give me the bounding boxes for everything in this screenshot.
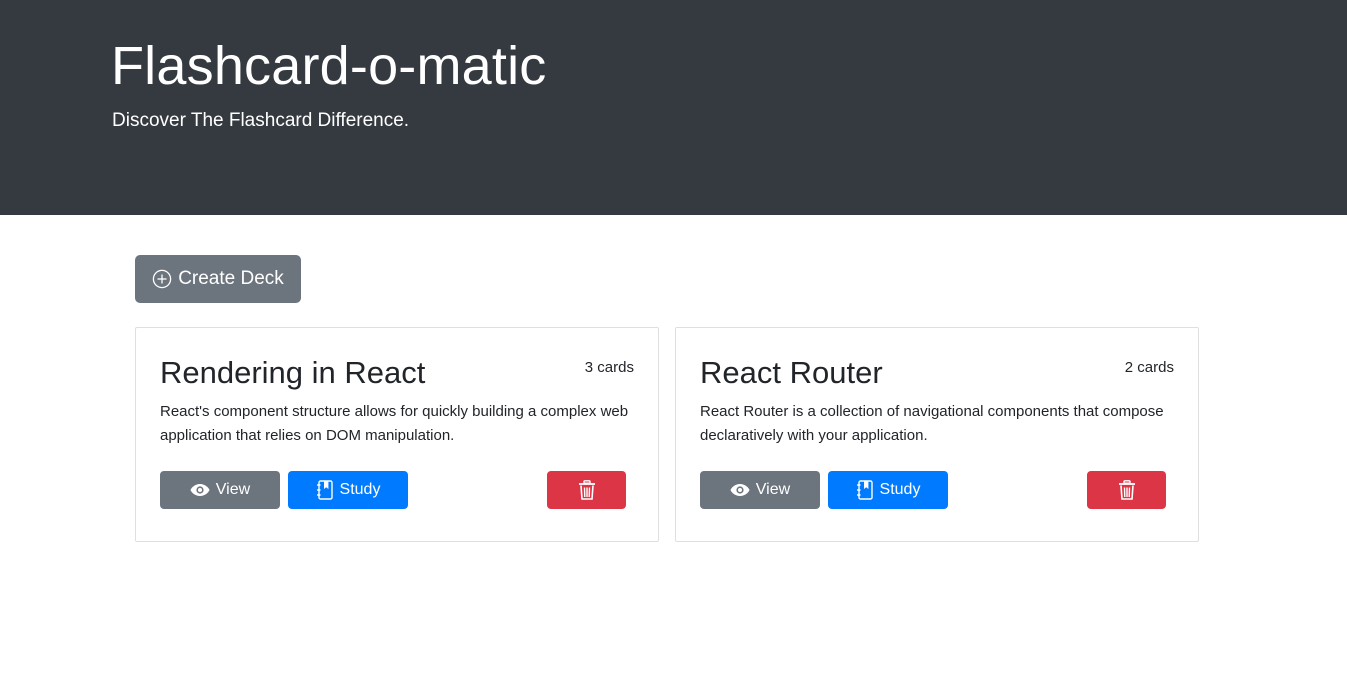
deck-card-count: 2 cards (1124, 359, 1174, 376)
delete-deck-button[interactable] (547, 471, 626, 509)
eye-icon (730, 483, 750, 497)
create-deck-label: Create Deck (178, 268, 284, 289)
journal-bookmark-icon (316, 480, 334, 500)
page-header: Flashcard-o-matic Discover The Flashcard… (0, 0, 1347, 215)
view-deck-button[interactable]: View (160, 471, 280, 509)
study-deck-button[interactable]: Study (288, 471, 408, 509)
study-label: Study (879, 481, 921, 498)
delete-deck-button[interactable] (1087, 471, 1166, 509)
journal-bookmark-icon (856, 480, 874, 500)
study-deck-button[interactable]: Study (828, 471, 948, 509)
view-deck-button[interactable]: View (700, 471, 820, 509)
deck-name: Rendering in React (160, 355, 426, 390)
view-label: View (755, 481, 791, 498)
deck-name: React Router (700, 355, 883, 390)
deck-card-count: 3 cards (584, 359, 634, 376)
deck-description: React Router is a collection of navigati… (700, 403, 1164, 444)
deck-description: React's component structure allows for q… (160, 403, 629, 444)
plus-circle-icon (152, 269, 172, 289)
study-label: Study (339, 481, 381, 498)
app-subtitle: Discover The Flashcard Difference. (112, 110, 410, 131)
deck-card: React Router 2 cards React Router is a c… (675, 327, 1199, 542)
trash-icon (578, 480, 596, 500)
deck-card: Rendering in React 3 cards React's compo… (135, 327, 659, 542)
create-deck-button[interactable]: Create Deck (135, 255, 301, 303)
view-label: View (215, 481, 251, 498)
trash-icon (1118, 480, 1136, 500)
app-title: Flashcard-o-matic (111, 36, 547, 96)
eye-icon (190, 483, 210, 497)
